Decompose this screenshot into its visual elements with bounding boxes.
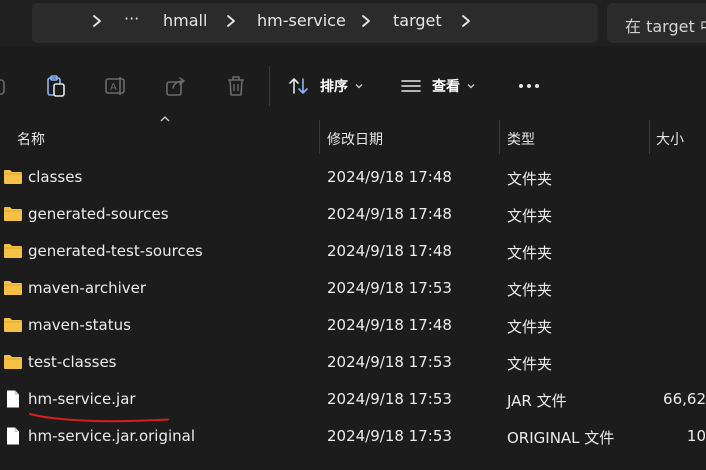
column-header-type[interactable]: 类型 — [507, 129, 535, 149]
column-divider[interactable] — [499, 120, 500, 154]
column-divider[interactable] — [319, 120, 320, 154]
column-header-name[interactable]: 名称 — [17, 129, 45, 149]
file-date: 2024/9/18 17:48 — [327, 168, 452, 186]
sort-ascending-icon — [160, 116, 170, 122]
file-row[interactable]: maven-status 2024/9/18 17:48 文件夹 — [0, 307, 706, 344]
file-date: 2024/9/18 17:53 — [327, 279, 452, 297]
toolbar-separator — [269, 66, 270, 106]
file-size: 10 — [686, 427, 706, 445]
folder-icon — [4, 318, 22, 332]
svg-text:A: A — [110, 82, 117, 93]
file-date: 2024/9/18 17:48 — [327, 316, 452, 334]
breadcrumb-item[interactable]: hmall — [163, 11, 207, 30]
breadcrumb-item[interactable]: hm-service — [257, 11, 346, 30]
rename-icon[interactable]: A — [104, 74, 128, 98]
chevron-down-icon — [467, 84, 475, 89]
folder-icon — [4, 355, 22, 369]
chevron-right-icon[interactable] — [90, 13, 104, 29]
column-header-row: 名称 修改日期 类型 大小 — [0, 116, 706, 154]
red-underline-annotation — [29, 413, 169, 423]
chevron-right-icon[interactable] — [459, 13, 473, 29]
file-name: generated-sources — [28, 205, 169, 223]
view-list-icon — [401, 80, 421, 92]
search-placeholder: 在 target 中 — [625, 17, 706, 36]
file-name: generated-test-sources — [28, 242, 203, 260]
folder-icon — [4, 170, 22, 184]
file-name: test-classes — [28, 353, 117, 371]
folder-icon — [4, 207, 22, 221]
folder-icon — [4, 281, 22, 295]
command-toolbar: A 排序 查看 — [0, 54, 706, 120]
more-options-icon[interactable] — [517, 74, 541, 98]
file-type: 文件夹 — [507, 281, 553, 299]
file-type: ORIGINAL 文件 — [507, 429, 615, 447]
sort-icon — [289, 78, 308, 94]
delete-icon[interactable] — [224, 74, 248, 98]
breadcrumb-item[interactable]: target — [393, 11, 442, 30]
file-icon — [7, 390, 19, 408]
file-row[interactable]: generated-test-sources 2024/9/18 17:48 文… — [0, 233, 706, 270]
file-name: hm-service.jar — [28, 390, 136, 408]
file-date: 2024/9/18 17:48 — [327, 242, 452, 260]
file-name: maven-archiver — [28, 279, 147, 297]
file-type: 文件夹 — [507, 207, 553, 225]
share-icon[interactable] — [164, 74, 188, 98]
file-icon — [7, 427, 19, 445]
address-bar-row: ··· hmall hm-service target 在 target 中 — [0, 0, 706, 46]
cut-icon[interactable] — [0, 74, 10, 98]
paste-icon[interactable] — [44, 74, 68, 98]
file-type: JAR 文件 — [507, 392, 567, 410]
file-type: 文件夹 — [507, 355, 553, 373]
column-divider[interactable] — [649, 120, 650, 154]
file-row[interactable]: test-classes 2024/9/18 17:53 文件夹 — [0, 344, 706, 381]
column-header-size[interactable]: 大小 — [656, 129, 684, 149]
file-name: hm-service.jar.original — [28, 427, 196, 445]
chevron-right-icon[interactable] — [224, 13, 238, 29]
file-date: 2024/9/18 17:53 — [327, 390, 452, 408]
sort-button[interactable]: 排序 — [288, 70, 364, 102]
more-crumbs-ellipsis[interactable]: ··· — [124, 9, 139, 28]
column-header-date[interactable]: 修改日期 — [327, 129, 383, 149]
chevron-down-icon — [355, 84, 363, 89]
file-size: 66,62 — [663, 390, 706, 408]
file-row[interactable]: generated-sources 2024/9/18 17:48 文件夹 — [0, 196, 706, 233]
file-row[interactable]: maven-archiver 2024/9/18 17:53 文件夹 — [0, 270, 706, 307]
file-row[interactable]: classes 2024/9/18 17:48 文件夹 — [0, 159, 706, 196]
view-button[interactable]: 查看 — [400, 70, 476, 102]
folder-icon — [4, 244, 22, 258]
view-label: 查看 — [432, 79, 460, 95]
chevron-right-icon[interactable] — [359, 13, 373, 29]
file-name: maven-status — [28, 316, 131, 334]
file-type: 文件夹 — [507, 170, 553, 188]
file-type: 文件夹 — [507, 318, 553, 336]
file-type: 文件夹 — [507, 244, 553, 262]
file-date: 2024/9/18 17:48 — [327, 205, 452, 223]
search-input[interactable]: 在 target 中 — [607, 3, 706, 43]
file-date: 2024/9/18 17:53 — [327, 353, 452, 371]
file-name: classes — [28, 168, 83, 186]
file-date: 2024/9/18 17:53 — [327, 427, 452, 445]
sort-label: 排序 — [320, 79, 348, 95]
